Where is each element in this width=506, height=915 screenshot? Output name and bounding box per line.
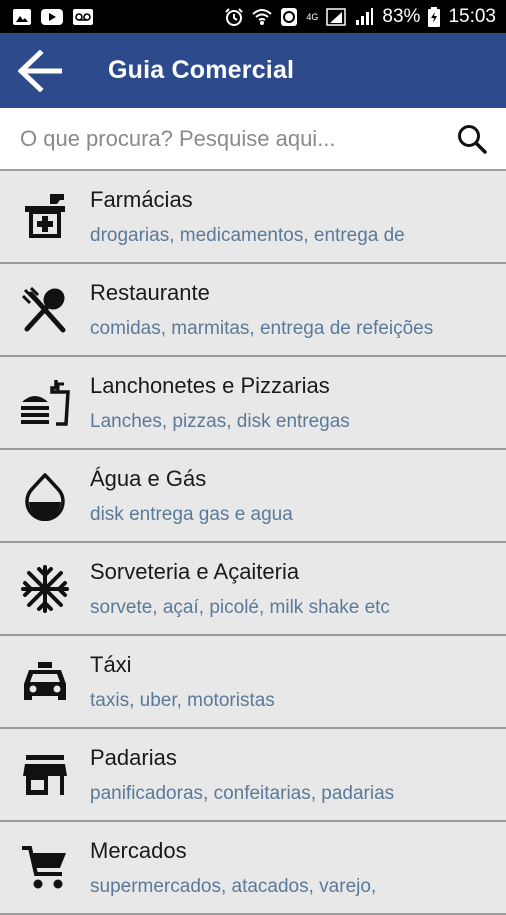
battery-charging-icon xyxy=(428,6,441,27)
list-item-agua-gas[interactable]: Água e Gás disk entrega gas e agua xyxy=(0,450,506,543)
status-bar-notifications xyxy=(12,8,94,26)
signal-sim1-icon xyxy=(326,7,347,27)
item-title: Lanchonetes e Pizzarias xyxy=(90,373,330,398)
pharmacy-icon xyxy=(0,171,90,262)
list-item-mercados[interactable]: Mercados supermercados, atacados, varejo… xyxy=(0,822,506,915)
item-title: Restaurante xyxy=(90,280,210,305)
item-subtitle: comidas, marmitas, entrega de refeições xyxy=(90,318,434,339)
snowflake-icon xyxy=(0,543,90,634)
data-saver-icon xyxy=(280,7,298,27)
voicemail-icon xyxy=(72,8,94,26)
item-subtitle: drogarias, medicamentos, entrega de xyxy=(90,225,405,246)
item-subtitle: sorvete, açaí, picolé, milk shake etc xyxy=(90,597,390,618)
fastfood-icon xyxy=(0,357,90,448)
alarm-icon xyxy=(224,7,244,27)
item-subtitle: panificadoras, confeitarias, padarias xyxy=(90,783,395,804)
item-subtitle: Lanches, pizzas, disk entregas xyxy=(90,411,350,432)
youtube-notification-icon xyxy=(40,8,64,26)
item-title: Farmácias xyxy=(90,187,193,212)
item-subtitle: supermercados, atacados, varejo, xyxy=(90,876,377,897)
clock: 15:03 xyxy=(448,5,496,27)
signal-sim2-icon xyxy=(354,7,374,27)
page-title: Guia Comercial xyxy=(108,56,295,84)
item-title: Táxi xyxy=(90,652,132,677)
item-subtitle: disk entrega gas e agua xyxy=(90,504,293,525)
store-icon xyxy=(0,729,90,820)
taxi-icon xyxy=(0,636,90,727)
item-subtitle: taxis, uber, motoristas xyxy=(90,690,275,711)
search-icon xyxy=(458,124,487,154)
item-title: Água e Gás xyxy=(90,466,207,491)
battery-percent: 83% xyxy=(382,5,421,27)
shopping-cart-icon xyxy=(0,822,90,913)
restaurant-icon xyxy=(0,264,90,355)
image-notification-icon xyxy=(12,8,32,26)
status-bar-system: 4G 83% 15:03 xyxy=(224,6,496,28)
list-item-taxi[interactable]: Táxi taxis, uber, motoristas xyxy=(0,636,506,729)
wifi-icon xyxy=(252,8,273,26)
list-item-sorveteria[interactable]: Sorveteria e Açaiteria sorvete, açaí, pi… xyxy=(0,543,506,636)
search-button[interactable] xyxy=(456,123,488,155)
list-item-farmacias[interactable]: Farmácias drogarias, medicamentos, entre… xyxy=(0,171,506,264)
water-drop-icon xyxy=(0,450,90,541)
item-title: Mercados xyxy=(90,838,187,863)
search-bar xyxy=(0,108,506,171)
category-list: Farmácias drogarias, medicamentos, entre… xyxy=(0,171,506,915)
arrow-back-icon xyxy=(18,49,62,92)
network-type-icon: 4G xyxy=(306,11,319,22)
list-item-padarias[interactable]: Padarias panificadoras, confeitarias, pa… xyxy=(0,729,506,822)
app-bar: Guia Comercial xyxy=(0,33,506,108)
item-title: Padarias xyxy=(90,745,177,770)
item-title: Sorveteria e Açaiteria xyxy=(90,559,300,584)
search-input[interactable] xyxy=(20,125,456,152)
status-bar: 4G 83% 15:03 xyxy=(0,0,506,33)
list-item-restaurante[interactable]: Restaurante comidas, marmitas, entrega d… xyxy=(0,264,506,357)
back-button[interactable] xyxy=(0,33,82,108)
list-item-lanchonetes[interactable]: Lanchonetes e Pizzarias Lanches, pizzas,… xyxy=(0,357,506,450)
